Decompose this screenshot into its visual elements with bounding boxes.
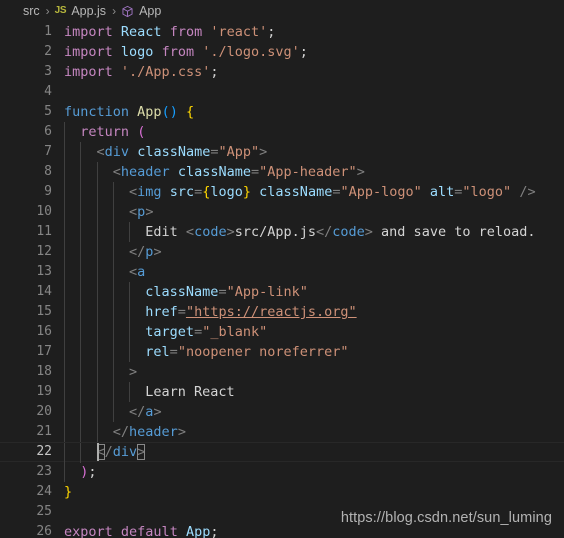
code-line-text: </a> xyxy=(129,404,162,420)
symbol-namespace-cube-icon xyxy=(121,5,134,18)
code-line-text: </header> xyxy=(112,424,186,440)
code-line-text: > xyxy=(129,364,138,380)
code-line[interactable]: 3 import './App.css'; xyxy=(0,62,564,82)
code-line[interactable]: 1 import React from 'react'; xyxy=(0,22,564,42)
code-line-text: href="https://reactjs.org" xyxy=(145,304,357,320)
line-number: 7 xyxy=(44,144,52,159)
code-line[interactable]: 8 <header className="App-header"> xyxy=(0,162,564,182)
line-number: 23 xyxy=(36,464,52,479)
code-line-text: import logo from './logo.svg'; xyxy=(64,44,308,60)
code-line[interactable]: 22 </div> xyxy=(0,442,564,463)
line-number: 4 xyxy=(44,84,52,99)
code-line-text: } xyxy=(64,484,73,500)
code-line[interactable]: 6 return ( xyxy=(0,122,564,142)
code-line[interactable]: 5 function App() { xyxy=(0,102,564,122)
line-number: 18 xyxy=(36,364,52,379)
vscode-editor-window: src › JS App.js › App 1 import React from… xyxy=(0,0,564,538)
code-editor-surface[interactable]: 1 import React from 'react'; 2 import logo … xyxy=(0,22,564,538)
bracket-match-close: > xyxy=(137,444,146,460)
code-line-text: rel="noopener noreferrer" xyxy=(145,344,349,360)
line-number: 14 xyxy=(36,284,52,299)
code-line-text: return ( xyxy=(80,124,146,140)
line-number: 24 xyxy=(36,484,52,499)
code-line[interactable]: 16 target="_blank" xyxy=(0,322,564,342)
code-line-text: <div className="App"> xyxy=(96,144,268,160)
text-cursor xyxy=(96,443,99,461)
line-number: 17 xyxy=(36,344,52,359)
line-number: 21 xyxy=(36,424,52,439)
code-line[interactable]: 26 export default App; xyxy=(0,522,564,538)
code-line-text: <p> xyxy=(129,204,154,220)
line-number: 16 xyxy=(36,324,52,339)
line-number: 22 xyxy=(36,444,52,459)
code-line[interactable]: 10 <p> xyxy=(0,202,564,222)
breadcrumb-label-src: src xyxy=(23,4,40,18)
code-line[interactable]: 24} xyxy=(0,482,564,502)
line-number: 3 xyxy=(44,64,52,79)
line-number: 26 xyxy=(36,524,52,538)
code-line-text: </div> xyxy=(96,444,146,460)
code-line[interactable]: 14 className="App-link" xyxy=(0,282,564,302)
code-line[interactable]: 7 <div className="App"> xyxy=(0,142,564,162)
line-number: 12 xyxy=(36,244,52,259)
line-number: 25 xyxy=(36,504,52,519)
code-line-text: function App() { xyxy=(64,104,195,120)
code-line[interactable]: 21 </header> xyxy=(0,422,564,442)
code-line[interactable]: 19 Learn React xyxy=(0,382,564,402)
line-number: 13 xyxy=(36,264,52,279)
code-line[interactable]: 17 rel="noopener noreferrer" xyxy=(0,342,564,362)
js-file-icon: JS xyxy=(54,5,67,16)
code-line-text: <header className="App-header"> xyxy=(112,164,365,180)
code-line[interactable]: 9 <img src={logo} className="App-logo" a… xyxy=(0,182,564,202)
line-number: 2 xyxy=(44,44,52,59)
line-number: 15 xyxy=(36,304,52,319)
breadcrumb: src › JS App.js › App xyxy=(0,0,564,22)
line-number: 6 xyxy=(44,124,52,139)
line-number: 10 xyxy=(36,204,52,219)
code-line[interactable]: 20 </a> xyxy=(0,402,564,422)
code-line-text: <img src={logo} className="App-logo" alt… xyxy=(129,184,536,200)
code-line-text: Learn React xyxy=(145,384,235,400)
code-line-text: </p> xyxy=(129,244,162,260)
code-line[interactable]: 4 xyxy=(0,82,564,102)
code-line[interactable]: 13 <a xyxy=(0,262,564,282)
code-line-text: <a xyxy=(129,264,146,280)
line-number: 1 xyxy=(44,24,52,39)
breadcrumb-label-app-symbol: App xyxy=(139,4,162,18)
line-number: 20 xyxy=(36,404,52,419)
code-line-text: import React from 'react'; xyxy=(64,24,276,40)
code-line-text: target="_blank" xyxy=(145,324,268,340)
breadcrumb-item-src[interactable]: src xyxy=(22,4,41,18)
line-number: 9 xyxy=(44,184,52,199)
code-line-text: Edit <code>src/App.js</code> and save to… xyxy=(145,224,536,240)
code-line-text: className="App-link" xyxy=(145,284,308,300)
line-number: 11 xyxy=(36,224,52,239)
breadcrumb-separator-icon-2: › xyxy=(112,4,117,18)
line-number: 5 xyxy=(44,104,52,119)
breadcrumb-item-app-js[interactable]: JS App.js xyxy=(55,4,107,18)
breadcrumb-separator-icon: › xyxy=(45,4,50,18)
code-line[interactable]: 25 xyxy=(0,502,564,522)
breadcrumb-label-app-js: App.js xyxy=(71,4,107,18)
line-number: 8 xyxy=(44,164,52,179)
code-line[interactable]: 23 ); xyxy=(0,462,564,482)
code-line[interactable]: 2 import logo from './logo.svg'; xyxy=(0,42,564,62)
code-line[interactable]: 18 > xyxy=(0,362,564,382)
line-number: 19 xyxy=(36,384,52,399)
code-line-text: import './App.css'; xyxy=(64,64,219,80)
code-line[interactable]: 12 </p> xyxy=(0,242,564,262)
code-line-text: ); xyxy=(80,464,97,480)
code-line-text: export default App; xyxy=(64,524,219,538)
code-line[interactable]: 15 href="https://reactjs.org" xyxy=(0,302,564,322)
breadcrumb-item-app-symbol[interactable]: App xyxy=(121,4,162,18)
code-line[interactable]: 11 Edit <code>src/App.js</code> and save… xyxy=(0,222,564,242)
